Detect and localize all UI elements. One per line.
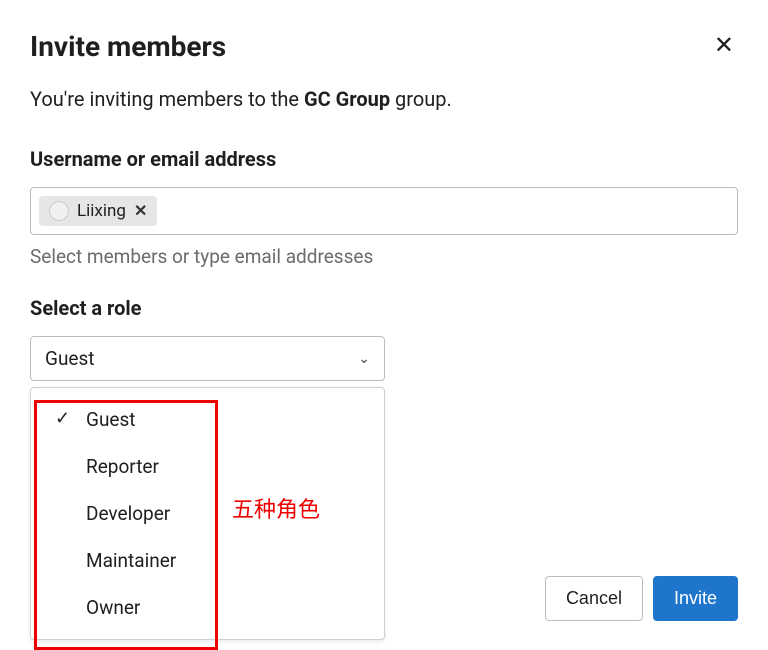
x-icon: ✕	[134, 203, 147, 220]
chevron-down-icon: ⌄	[358, 351, 370, 367]
subtitle-suffix: group.	[390, 87, 452, 111]
close-button[interactable]: ✕	[710, 30, 738, 62]
modal-title: Invite members	[30, 30, 226, 63]
close-icon: ✕	[714, 32, 734, 59]
username-helper-text: Select members or type email addresses	[30, 245, 738, 268]
role-option-owner[interactable]: Owner	[31, 584, 384, 631]
avatar-icon	[49, 201, 69, 221]
username-label: Username or email address	[30, 147, 738, 171]
role-option-developer[interactable]: Developer	[31, 490, 384, 537]
invite-button[interactable]: Invite	[653, 576, 738, 621]
role-label: Select a role	[30, 296, 738, 320]
role-selected-value: Guest	[45, 347, 95, 370]
subtitle-group-name: GC Group	[304, 87, 390, 111]
role-select[interactable]: Guest ⌄	[30, 336, 385, 381]
modal-footer: Cancel Invite	[545, 576, 738, 621]
username-input[interactable]: Liixing ✕	[30, 187, 738, 235]
annotation-label: 五种角色	[232, 492, 320, 524]
cancel-button[interactable]: Cancel	[545, 576, 643, 621]
remove-token-button[interactable]: ✕	[134, 201, 147, 221]
user-token[interactable]: Liixing ✕	[39, 196, 157, 226]
modal-subtitle: You're inviting members to the GC Group …	[30, 87, 738, 111]
role-dropdown: Guest Reporter Developer Maintainer Owne…	[30, 387, 385, 640]
role-option-reporter[interactable]: Reporter	[31, 443, 384, 490]
modal-header: Invite members ✕	[30, 30, 738, 63]
subtitle-prefix: You're inviting members to the	[30, 87, 304, 111]
user-token-name: Liixing	[77, 201, 126, 221]
role-option-guest[interactable]: Guest	[31, 396, 384, 443]
role-option-maintainer[interactable]: Maintainer	[31, 537, 384, 584]
